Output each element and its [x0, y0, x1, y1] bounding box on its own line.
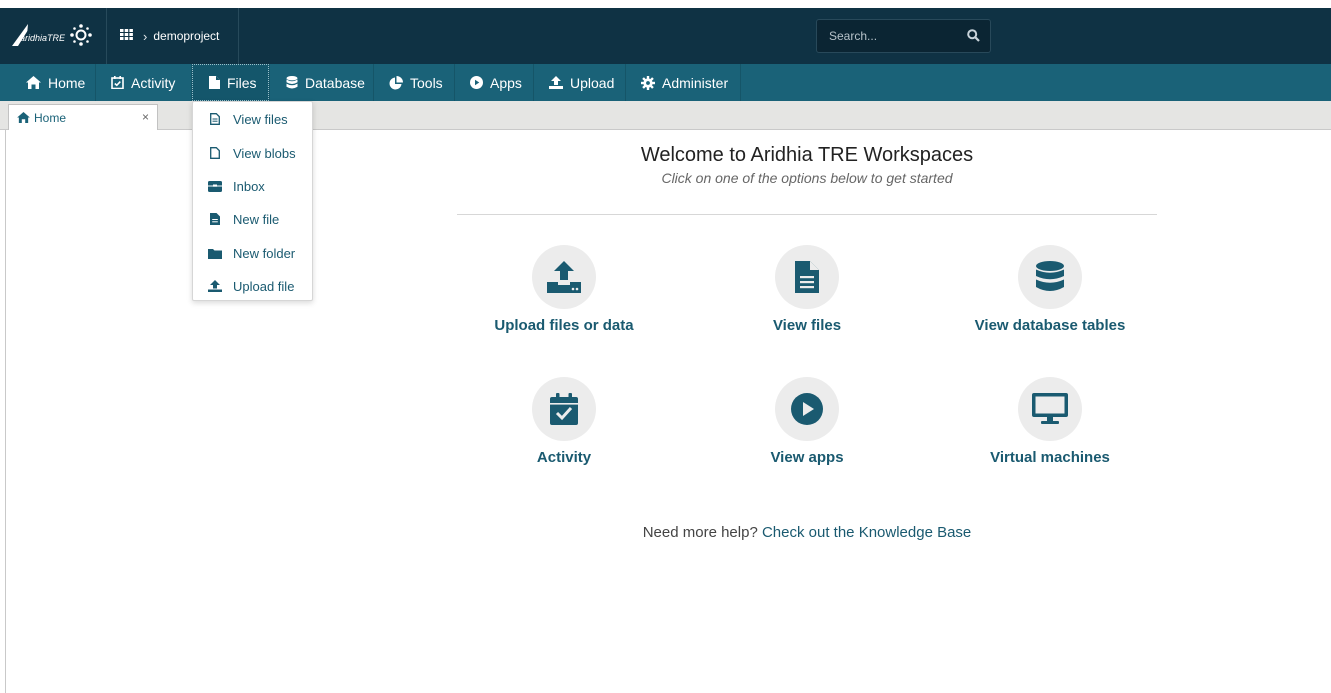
tile-view-files-label[interactable]: View files	[667, 317, 947, 334]
nav-apps-label: Apps	[490, 74, 522, 91]
upload-icon	[208, 280, 222, 292]
tile-apps[interactable]: View apps	[707, 377, 907, 487]
breadcrumb[interactable]: › demoproject	[120, 27, 219, 45]
grid-icon[interactable]	[120, 29, 133, 43]
main-nav: Home Activity Files Database Tools Apps …	[0, 64, 1331, 101]
file-new-icon	[208, 213, 222, 225]
page-title: Welcome to Aridhia TRE Workspaces	[640, 144, 974, 166]
menu-item-upload-file[interactable]: Upload file	[193, 276, 312, 296]
close-icon[interactable]: ×	[142, 110, 149, 124]
nav-upload[interactable]: Upload	[549, 64, 614, 101]
file-outline-icon	[208, 147, 222, 159]
menu-item-new-folder[interactable]: New folder	[193, 243, 312, 263]
search-icon[interactable]	[967, 29, 980, 47]
files-dropdown-menu: View files View blobs Inbox New file New…	[192, 101, 313, 301]
monitor-icon[interactable]	[1018, 377, 1082, 441]
gear-icon	[641, 75, 655, 90]
help-prefix: Need more help?	[642, 524, 758, 541]
menu-item-label: Upload file	[233, 278, 295, 294]
menu-item-label: New file	[233, 211, 280, 227]
chevron-right-icon: ›	[143, 28, 148, 44]
nav-divider	[533, 64, 534, 101]
nav-activity-label: Activity	[131, 74, 176, 91]
nav-divider	[740, 64, 741, 101]
calendar-check-icon	[111, 76, 124, 89]
folder-icon	[208, 248, 222, 259]
nav-administer-label: Administer	[662, 74, 729, 91]
nav-administer[interactable]: Administer	[641, 64, 728, 101]
home-icon	[17, 112, 30, 123]
calendar-check-icon[interactable]	[532, 377, 596, 441]
menu-item-label: View files	[233, 111, 288, 127]
play-circle-icon[interactable]	[775, 377, 839, 441]
search-input[interactable]	[817, 20, 962, 52]
file-icon	[209, 76, 220, 89]
tile-activity-label[interactable]: Activity	[424, 449, 704, 466]
divider	[457, 214, 1157, 215]
tile-database-label[interactable]: View database tables	[910, 317, 1190, 334]
menu-item-label: View blobs	[233, 145, 296, 161]
tile-upload-label[interactable]: Upload files or data	[424, 317, 704, 334]
tile-vms[interactable]: Virtual machines	[950, 377, 1150, 487]
menu-item-label: Inbox	[233, 178, 265, 194]
nav-divider	[454, 64, 455, 101]
upload-icon	[549, 76, 563, 89]
welcome-header: Welcome to Aridhia TRE Workspaces Click …	[457, 142, 1157, 188]
help-text: Need more help? Check out the Knowledge …	[457, 524, 1157, 541]
menu-item-inbox[interactable]: Inbox	[193, 176, 312, 196]
nav-tools[interactable]: Tools	[389, 64, 443, 101]
home-icon	[26, 76, 41, 89]
tile-upload[interactable]: Upload files or data	[464, 245, 664, 355]
nav-divider	[373, 64, 374, 101]
logo-text: aridhiaTRE	[20, 33, 66, 43]
menu-item-view-blobs[interactable]: View blobs	[193, 143, 312, 163]
nav-home[interactable]: Home	[26, 64, 85, 101]
play-circle-icon	[470, 76, 483, 89]
nav-divider	[269, 64, 270, 101]
file-text-icon	[208, 113, 222, 125]
tile-activity[interactable]: Activity	[464, 377, 664, 487]
pie-chart-icon	[389, 75, 403, 89]
header-bar: aridhiaTRE › demoproject	[0, 8, 1331, 64]
top-strip	[0, 0, 1331, 8]
knowledge-base-link[interactable]: Check out the Knowledge Base	[762, 524, 971, 541]
nav-tools-label: Tools	[410, 74, 443, 91]
nav-apps[interactable]: Apps	[470, 64, 522, 101]
nav-upload-label: Upload	[570, 74, 615, 91]
nav-database[interactable]: Database	[286, 64, 365, 101]
nav-divider	[95, 64, 96, 101]
menu-item-view-files[interactable]: View files	[193, 109, 312, 129]
menu-item-new-file[interactable]: New file	[193, 209, 312, 229]
search-box	[816, 19, 991, 53]
nav-activity[interactable]: Activity	[111, 64, 175, 101]
tile-database[interactable]: View database tables	[950, 245, 1150, 355]
tile-apps-label[interactable]: View apps	[667, 449, 947, 466]
aridhia-logo[interactable]: aridhiaTRE	[10, 20, 94, 50]
header-divider	[238, 8, 239, 64]
nav-files-label: Files	[227, 74, 257, 91]
database-icon[interactable]	[1018, 245, 1082, 309]
content-border	[5, 130, 6, 693]
header-divider	[106, 8, 107, 64]
tab-home-label: Home	[34, 110, 67, 125]
inbox-icon	[208, 180, 222, 192]
database-icon	[286, 76, 298, 89]
breadcrumb-project[interactable]: demoproject	[153, 29, 219, 43]
menu-item-label: New folder	[233, 245, 296, 261]
tile-vms-label[interactable]: Virtual machines	[910, 449, 1190, 466]
upload-tray-icon[interactable]	[532, 245, 596, 309]
tab-home[interactable]: Home ×	[8, 104, 158, 130]
nav-database-label: Database	[305, 74, 365, 91]
nav-divider	[625, 64, 626, 101]
nav-home-label: Home	[48, 74, 86, 91]
tile-view-files[interactable]: View files	[707, 245, 907, 355]
page-subtitle: Click on one of the options below to get…	[661, 170, 953, 186]
file-text-icon[interactable]	[775, 245, 839, 309]
nav-files[interactable]: Files	[192, 64, 269, 101]
